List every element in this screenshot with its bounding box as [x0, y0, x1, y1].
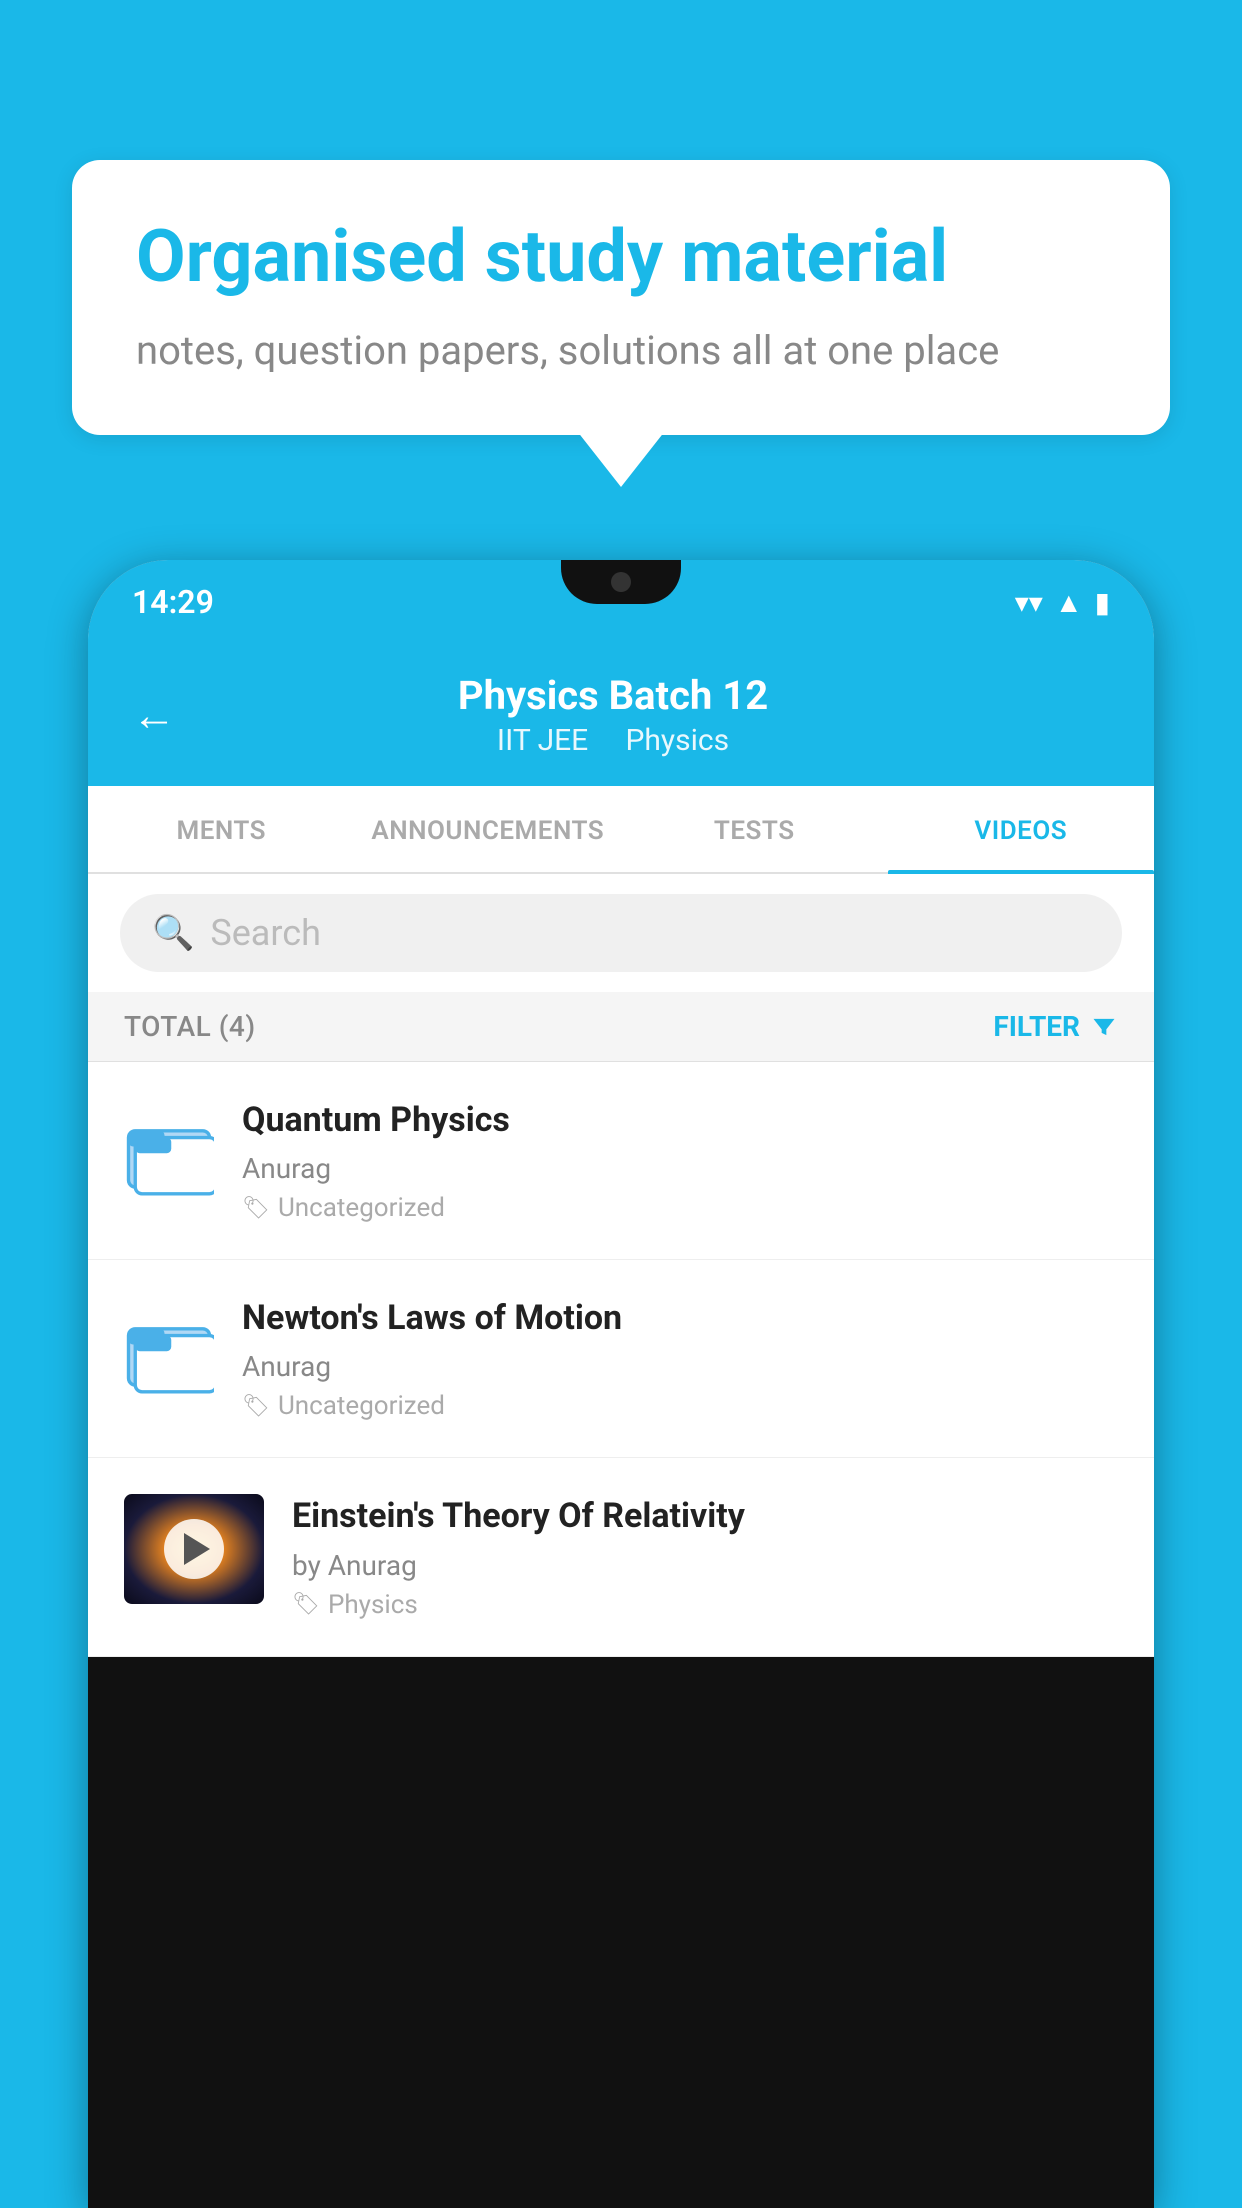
video-author: Anurag — [242, 1152, 1118, 1185]
list-item[interactable]: Einstein's Theory Of Relativity by Anura… — [88, 1458, 1154, 1656]
wifi-icon: ▾▾ — [1015, 586, 1043, 619]
tag-label: Uncategorized — [278, 1391, 445, 1421]
video-author: by Anurag — [292, 1549, 1118, 1582]
app-header: ← Physics Batch 12 IIT JEE Physics — [88, 644, 1154, 786]
subtitle-tag-iit: IIT JEE — [497, 723, 588, 758]
tag-icon: 🏷 — [292, 1592, 320, 1617]
tag-label: Physics — [328, 1590, 418, 1620]
subtitle-tag-physics: Physics — [625, 723, 729, 758]
batch-subtitle: IIT JEE Physics — [204, 723, 1022, 758]
total-count-label: TOTAL (4) — [124, 1010, 256, 1043]
folder-icon — [124, 1106, 214, 1200]
speech-bubble-heading: Organised study material — [136, 216, 1106, 299]
camera-notch — [611, 572, 631, 592]
search-icon: 🔍 — [152, 913, 194, 953]
video-info: Newton's Laws of Motion Anurag 🏷 Uncateg… — [242, 1296, 1118, 1421]
filter-label: FILTER — [993, 1010, 1080, 1043]
tag-icon: 🏷 — [242, 1196, 270, 1221]
tab-ments[interactable]: MENTS — [88, 786, 355, 872]
back-button[interactable]: ← — [132, 689, 176, 741]
status-time: 14:29 — [132, 583, 214, 621]
tab-announcements[interactable]: ANNOUNCEMENTS — [355, 786, 622, 872]
tab-videos[interactable]: VIDEOS — [888, 786, 1155, 872]
filter-bar: TOTAL (4) FILTER — [88, 992, 1154, 1062]
phone-notch — [561, 560, 681, 604]
video-list: Quantum Physics Anurag 🏷 Uncategorized — [88, 1062, 1154, 1657]
filter-funnel-icon — [1090, 1013, 1118, 1041]
play-icon — [184, 1533, 210, 1565]
video-tag: 🏷 Uncategorized — [242, 1193, 1118, 1223]
list-item[interactable]: Quantum Physics Anurag 🏷 Uncategorized — [88, 1062, 1154, 1260]
batch-title: Physics Batch 12 — [204, 672, 1022, 719]
video-author: Anurag — [242, 1350, 1118, 1383]
video-info: Quantum Physics Anurag 🏷 Uncategorized — [242, 1098, 1118, 1223]
speech-bubble-card: Organised study material notes, question… — [72, 160, 1170, 435]
video-title: Quantum Physics — [242, 1098, 1118, 1142]
tag-label: Uncategorized — [278, 1193, 445, 1223]
tab-tests[interactable]: TESTS — [621, 786, 888, 872]
folder-icon — [124, 1304, 214, 1398]
video-info: Einstein's Theory Of Relativity by Anura… — [292, 1494, 1118, 1619]
filter-button[interactable]: FILTER — [993, 1010, 1118, 1043]
status-bar: 14:29 ▾▾ ▲ ▮ — [88, 560, 1154, 644]
search-input[interactable]: Search — [210, 912, 321, 954]
phone-frame: 14:29 ▾▾ ▲ ▮ ← Physics Batch 12 IIT JEE … — [88, 560, 1154, 2208]
speech-bubble-subtext: notes, question papers, solutions all at… — [136, 323, 1106, 379]
video-thumbnail[interactable] — [124, 1494, 264, 1604]
signal-icon: ▲ — [1055, 586, 1083, 619]
search-bar-wrapper: 🔍 Search — [88, 874, 1154, 992]
video-tag: 🏷 Physics — [292, 1590, 1118, 1620]
tabs-bar: MENTS ANNOUNCEMENTS TESTS VIDEOS — [88, 786, 1154, 874]
search-bar[interactable]: 🔍 Search — [120, 894, 1122, 972]
video-tag: 🏷 Uncategorized — [242, 1391, 1118, 1421]
list-item[interactable]: Newton's Laws of Motion Anurag 🏷 Uncateg… — [88, 1260, 1154, 1458]
video-title: Newton's Laws of Motion — [242, 1296, 1118, 1340]
battery-icon: ▮ — [1095, 586, 1110, 619]
play-button[interactable] — [164, 1519, 224, 1579]
tag-icon: 🏷 — [242, 1394, 270, 1419]
status-icons: ▾▾ ▲ ▮ — [1015, 586, 1110, 619]
video-title: Einstein's Theory Of Relativity — [292, 1494, 1118, 1538]
header-title-area: Physics Batch 12 IIT JEE Physics — [204, 672, 1022, 758]
